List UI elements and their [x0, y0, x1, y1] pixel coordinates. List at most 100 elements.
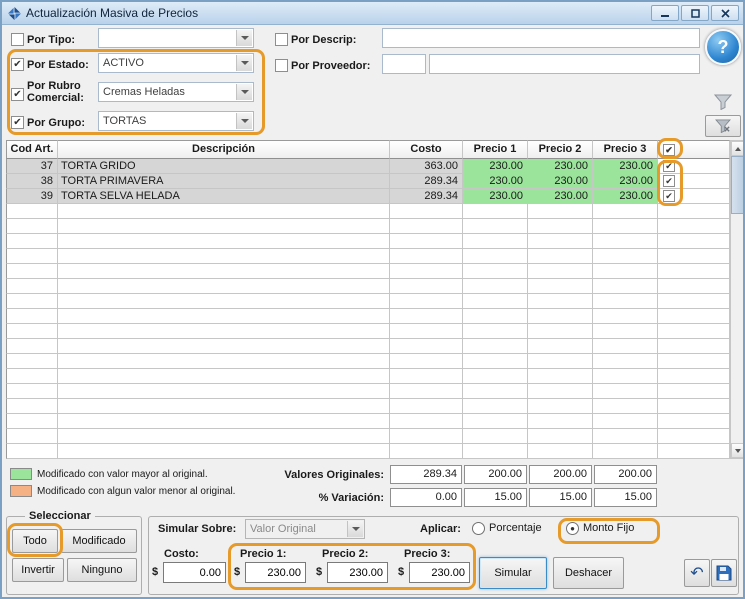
grid-empty-row[interactable] [6, 294, 730, 309]
scroll-up-button[interactable] [731, 141, 744, 156]
select-all-checkbox[interactable]: ✔ [663, 144, 675, 156]
grid-empty-row[interactable] [6, 384, 730, 399]
empty-cell [58, 204, 390, 219]
col-header-precio3[interactable]: Precio 3 [593, 140, 658, 159]
row-select-checkbox[interactable]: ✔ [663, 175, 675, 187]
ninguno-button[interactable]: Ninguno [67, 558, 137, 582]
grid-empty-row[interactable] [6, 369, 730, 384]
por-rubro-select[interactable]: Cremas Heladas [98, 82, 254, 102]
grid-empty-row[interactable] [6, 264, 730, 279]
costo-input[interactable] [163, 562, 226, 583]
variacion-precio2: 15.00 [529, 488, 592, 507]
grid-empty-row[interactable] [6, 309, 730, 324]
descrip-input[interactable] [382, 28, 700, 48]
simular-button[interactable]: Simular [479, 557, 547, 589]
precio1-field-label: Precio 1: [240, 548, 286, 560]
por-grupo-checkbox[interactable]: ✔ [11, 116, 24, 129]
empty-cell [463, 309, 528, 324]
close-icon [721, 9, 730, 18]
precio2-input[interactable] [327, 562, 388, 583]
por-estado-select[interactable]: ACTIVO [98, 53, 254, 73]
cell-precio2: 230.00 [528, 174, 593, 189]
precio3-field-label: Precio 3: [404, 548, 450, 560]
empty-cell [658, 369, 730, 384]
por-proveedor-label: Por Proveedor: [291, 60, 370, 72]
por-grupo-label: Por Grupo: [27, 117, 85, 129]
minimize-button[interactable] [651, 5, 679, 21]
mass-price-update-window: Actualización Masiva de Precios Por Tipo… [0, 0, 745, 599]
col-header-cod-art[interactable]: Cod Art. [6, 140, 58, 159]
empty-cell [390, 309, 463, 324]
costo-currency: $ [152, 566, 158, 578]
invertir-button[interactable]: Invertir [12, 558, 64, 582]
cell-precio3: 230.00 [593, 159, 658, 174]
empty-cell [6, 309, 58, 324]
col-header-precio2[interactable]: Precio 2 [528, 140, 593, 159]
monto-fijo-radio-label[interactable]: Monto Fijo [583, 522, 634, 535]
cell-precio3: 230.00 [593, 174, 658, 189]
empty-cell [658, 324, 730, 339]
row-select-checkbox[interactable]: ✔ [663, 190, 675, 202]
porcentaje-radio[interactable] [472, 522, 485, 535]
row-select-checkbox[interactable]: ✔ [663, 160, 675, 172]
filter-button[interactable] [708, 92, 738, 112]
por-descrip-checkbox[interactable] [275, 33, 288, 46]
table-row[interactable]: 39 TORTA SELVA HELADA 289.34 230.00 230.… [6, 189, 730, 204]
grid-empty-row[interactable] [6, 279, 730, 294]
empty-cell [593, 309, 658, 324]
grid-empty-row[interactable] [6, 444, 730, 459]
col-header-precio1[interactable]: Precio 1 [463, 140, 528, 159]
grid-empty-row[interactable] [6, 249, 730, 264]
empty-cell [463, 264, 528, 279]
help-button[interactable]: ? [705, 29, 741, 65]
grid-empty-row[interactable] [6, 234, 730, 249]
vertical-scrollbar[interactable] [730, 140, 745, 459]
empty-cell [528, 234, 593, 249]
scroll-thumb[interactable] [731, 156, 744, 214]
maximize-button[interactable] [681, 5, 709, 21]
empty-cell [528, 339, 593, 354]
grid-empty-row[interactable] [6, 429, 730, 444]
legend-green-swatch [10, 468, 32, 480]
precio1-input[interactable] [245, 562, 306, 583]
grid-empty-row[interactable] [6, 414, 730, 429]
por-rubro-checkbox[interactable]: ✔ [11, 88, 24, 101]
por-estado-checkbox[interactable]: ✔ [11, 58, 24, 71]
precio3-input[interactable] [409, 562, 470, 583]
empty-cell [390, 234, 463, 249]
grid-empty-row[interactable] [6, 324, 730, 339]
scroll-down-button[interactable] [731, 443, 744, 458]
grid-empty-row[interactable] [6, 204, 730, 219]
table-row[interactable]: 37 TORTA GRIDO 363.00 230.00 230.00 230.… [6, 159, 730, 174]
cell-precio1: 230.00 [463, 159, 528, 174]
deshacer-button[interactable]: Deshacer [553, 557, 624, 589]
monto-fijo-radio[interactable]: ● [566, 522, 579, 535]
todo-button[interactable]: Todo [12, 529, 58, 553]
por-tipo-checkbox[interactable] [11, 33, 24, 46]
empty-cell [6, 294, 58, 309]
col-header-costo[interactable]: Costo [390, 140, 463, 159]
proveedor-code-input[interactable] [382, 54, 426, 74]
por-grupo-select[interactable]: TORTAS [98, 111, 254, 131]
empty-cell [390, 429, 463, 444]
close-button[interactable] [711, 5, 739, 21]
por-proveedor-checkbox[interactable] [275, 59, 288, 72]
grid-empty-row[interactable] [6, 399, 730, 414]
col-header-descripcion[interactable]: Descripción [58, 140, 390, 159]
table-row[interactable]: 38 TORTA PRIMAVERA 289.34 230.00 230.00 … [6, 174, 730, 189]
modificado-button[interactable]: Modificado [61, 529, 137, 553]
save-button[interactable] [711, 559, 737, 587]
grid-empty-row[interactable] [6, 354, 730, 369]
porcentaje-radio-label[interactable]: Porcentaje [489, 522, 542, 535]
cell-precio3: 230.00 [593, 189, 658, 204]
proveedor-name-input[interactable] [429, 54, 700, 74]
clear-filter-button[interactable] [705, 115, 741, 137]
original-precio1: 200.00 [464, 465, 527, 484]
precio2-field-label: Precio 2: [322, 548, 368, 560]
undo-button[interactable]: ↶ [684, 559, 710, 587]
grid-empty-row[interactable] [6, 339, 730, 354]
por-tipo-select[interactable] [98, 28, 254, 48]
grid-empty-row[interactable] [6, 219, 730, 234]
empty-cell [463, 414, 528, 429]
simular-sobre-select[interactable]: Valor Original [245, 519, 365, 539]
